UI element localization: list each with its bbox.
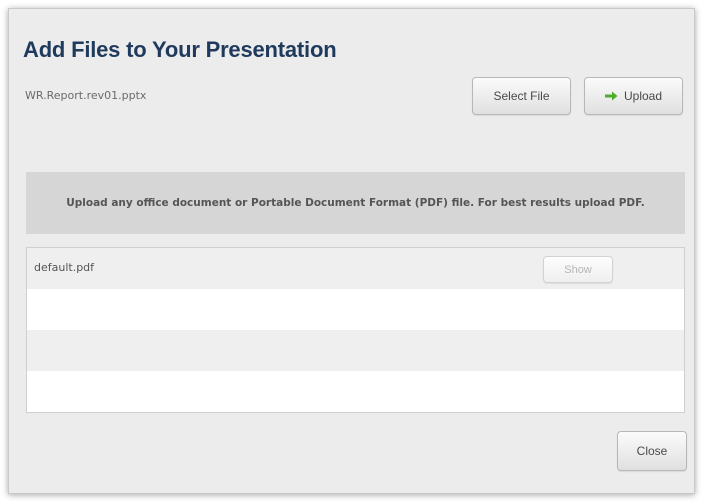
show-label: Show bbox=[564, 263, 592, 276]
file-row bbox=[27, 330, 684, 371]
close-button[interactable]: Close bbox=[617, 431, 687, 471]
upload-button[interactable]: Upload bbox=[584, 77, 683, 115]
info-text: Upload any office document or Portable D… bbox=[66, 197, 645, 209]
select-file-button[interactable]: Select File bbox=[472, 77, 571, 115]
file-row bbox=[27, 289, 684, 330]
file-row bbox=[27, 371, 684, 412]
file-row: default.pdf Show bbox=[27, 248, 684, 289]
add-files-dialog: Add Files to Your Presentation WR.Report… bbox=[8, 8, 695, 494]
upload-label: Upload bbox=[623, 89, 663, 103]
close-label: Close bbox=[636, 444, 668, 458]
select-file-label: Select File bbox=[493, 89, 550, 103]
file-row-name: default.pdf bbox=[34, 261, 95, 274]
dialog-title: Add Files to Your Presentation bbox=[23, 37, 337, 62]
info-banner: Upload any office document or Portable D… bbox=[26, 172, 685, 234]
file-list: default.pdf Show bbox=[26, 247, 685, 413]
screen: Add Files to Your Presentation WR.Report… bbox=[0, 0, 703, 502]
show-button[interactable]: Show bbox=[543, 256, 613, 283]
arrow-right-icon bbox=[604, 91, 618, 101]
selected-file-name: WR.Report.rev01.pptx bbox=[25, 89, 147, 102]
